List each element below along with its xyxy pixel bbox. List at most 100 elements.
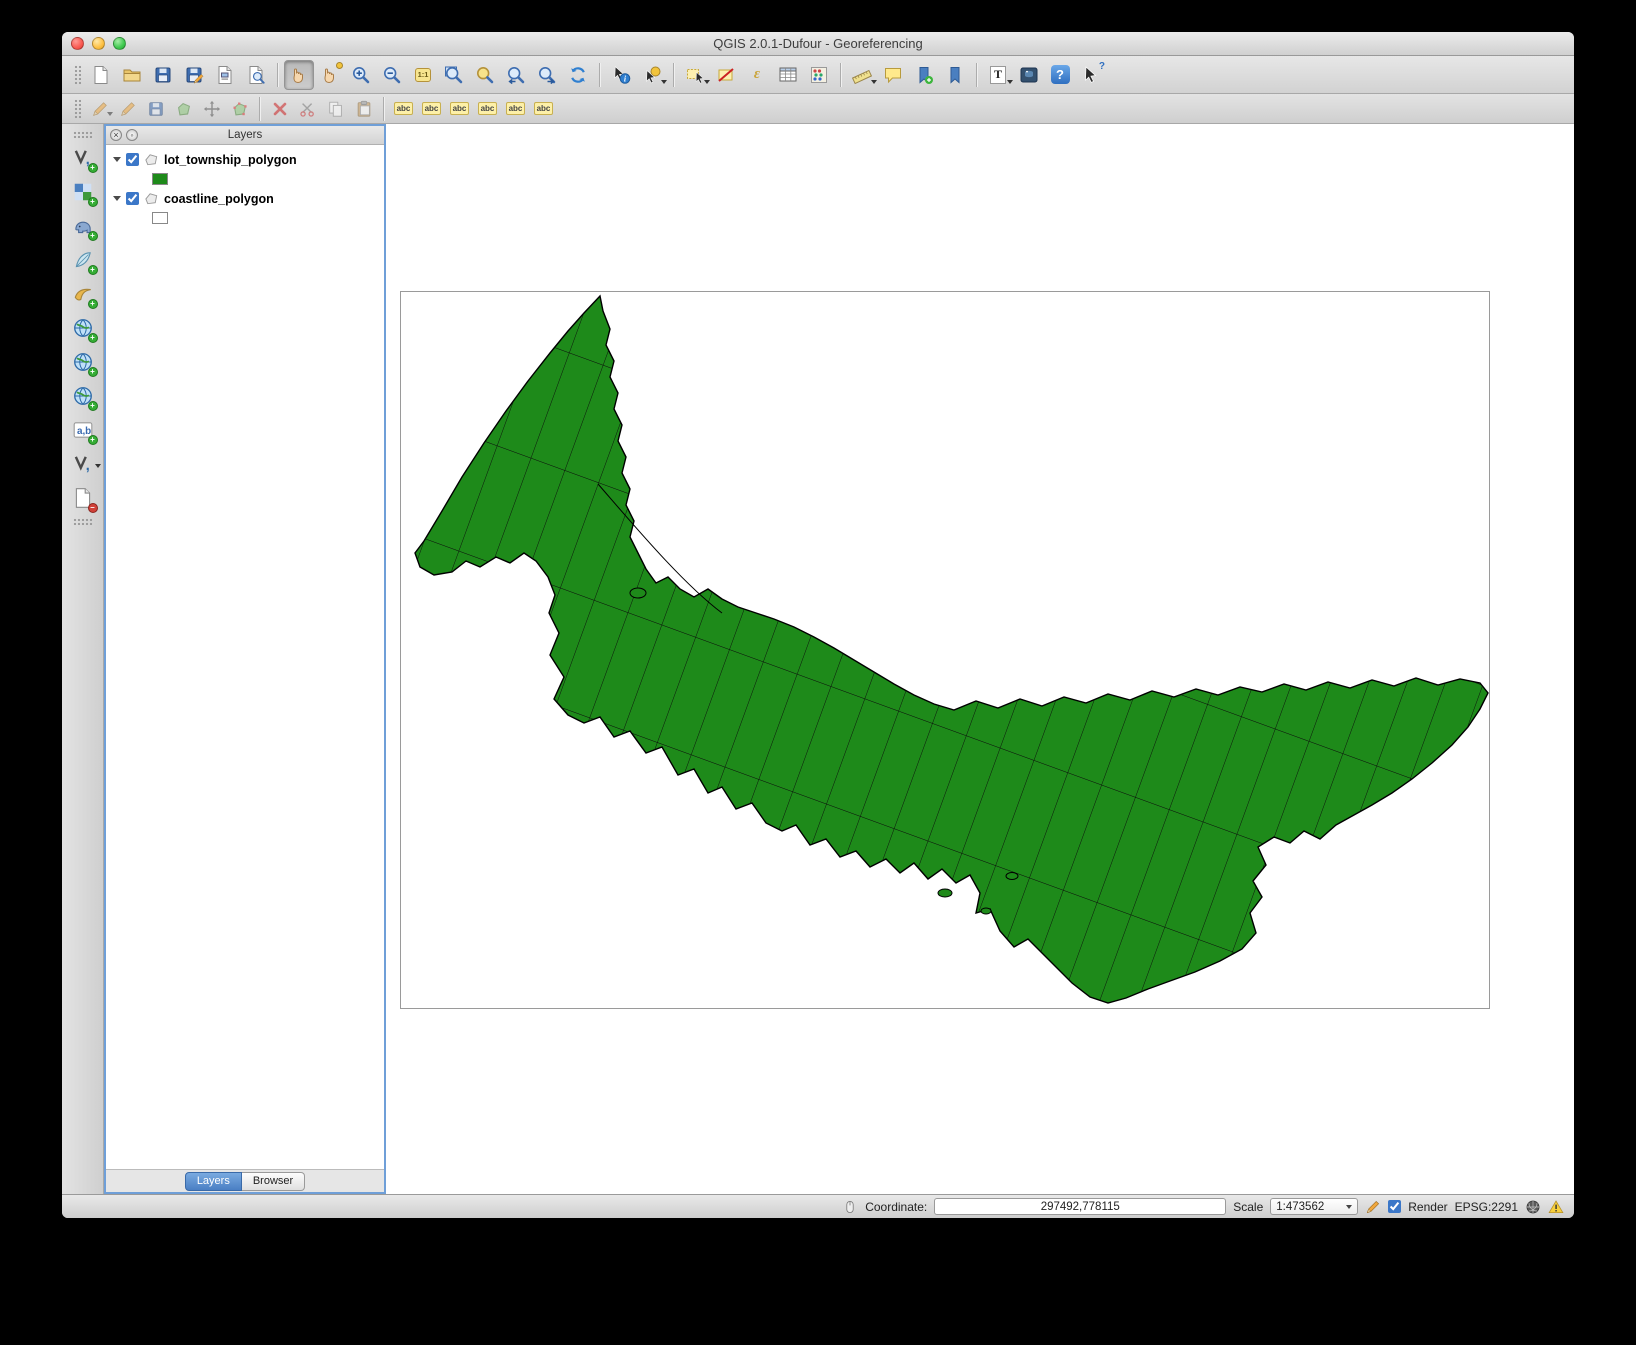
layer-name[interactable]: lot_township_polygon	[164, 153, 297, 167]
map-canvas[interactable]	[386, 124, 1574, 1194]
open-project-button[interactable]	[117, 60, 147, 90]
zoom-next-button[interactable]	[532, 60, 562, 90]
layer-row[interactable]: lot_township_polygon	[106, 149, 384, 170]
tab-browser[interactable]: Browser	[242, 1172, 305, 1191]
layers-panel-header[interactable]: × ◦ Layers	[106, 126, 384, 145]
panel-detach-icon[interactable]: ◦	[126, 129, 138, 141]
zoom-to-selection-button[interactable]	[470, 60, 500, 90]
toolbar-grip[interactable]	[73, 131, 93, 138]
render-checkbox[interactable]	[1388, 1200, 1401, 1213]
remove-layer-button[interactable]: –	[68, 483, 98, 513]
close-window-button[interactable]	[71, 37, 84, 50]
new-project-button[interactable]	[86, 60, 116, 90]
delete-selected-button[interactable]	[266, 96, 293, 122]
layer-row[interactable]: coastline_polygon	[106, 188, 384, 209]
python-console-button[interactable]	[1014, 60, 1044, 90]
add-feature-button[interactable]	[170, 96, 197, 122]
toolbar-grip[interactable]	[74, 65, 81, 85]
tab-layers[interactable]: Layers	[185, 1172, 242, 1191]
layer-visibility-checkbox[interactable]	[126, 192, 139, 205]
pan-to-selection-button[interactable]	[315, 60, 345, 90]
add-delimited-text-layer-button[interactable]: +	[68, 415, 98, 445]
cut-features-button[interactable]	[294, 96, 321, 122]
new-print-composer-button[interactable]	[210, 60, 240, 90]
node-tool-button[interactable]	[226, 96, 253, 122]
small-island	[1006, 873, 1018, 880]
label-rotate-button[interactable]: abc	[502, 96, 529, 122]
open-attribute-table-button[interactable]	[773, 60, 803, 90]
new-bookmark-button[interactable]	[909, 60, 939, 90]
field-calculator-button[interactable]	[804, 60, 834, 90]
select-features-button[interactable]	[680, 60, 710, 90]
layer-visibility-checkbox[interactable]	[126, 153, 139, 166]
label-move-button[interactable]: abc	[474, 96, 501, 122]
dropdown-caret-icon[interactable]	[95, 464, 101, 471]
scale-edit-button[interactable]	[1365, 1199, 1381, 1215]
select-by-expression-button[interactable]: ε	[742, 60, 772, 90]
add-wms-layer-button[interactable]: +	[68, 313, 98, 343]
title-bar[interactable]: QGIS 2.0.1-Dufour - Georeferencing	[62, 32, 1574, 56]
feature-action-button[interactable]	[637, 60, 667, 90]
mouse-position-button[interactable]	[842, 1199, 858, 1215]
dropdown-caret-icon[interactable]	[1007, 80, 1013, 87]
toolbar-grip[interactable]	[74, 99, 81, 119]
dropdown-caret-icon[interactable]	[704, 80, 710, 87]
add-postgis-layer-button[interactable]: +	[68, 211, 98, 241]
zoom-out-button[interactable]	[377, 60, 407, 90]
label-show-hide-button[interactable]: abc	[446, 96, 473, 122]
dropdown-caret-icon[interactable]	[661, 80, 667, 87]
minimize-window-button[interactable]	[92, 37, 105, 50]
map-tips-button[interactable]	[878, 60, 908, 90]
zoom-in-button[interactable]	[346, 60, 376, 90]
paste-features-button[interactable]	[350, 96, 377, 122]
layer-symbol-swatch[interactable]	[152, 212, 168, 224]
collapse-arrow-icon[interactable]	[113, 157, 121, 162]
save-project-as-button[interactable]	[179, 60, 209, 90]
add-wfs-layer-button[interactable]: +	[68, 381, 98, 411]
zoom-native-button[interactable]: 1:1	[408, 60, 438, 90]
add-vector-layer-button[interactable]: +	[68, 143, 98, 173]
add-raster-layer-button[interactable]: +	[68, 177, 98, 207]
layer-name[interactable]: coastline_polygon	[164, 192, 274, 206]
panel-close-icon[interactable]: ×	[110, 129, 122, 141]
zoom-full-icon	[444, 65, 464, 85]
add-badge-icon: +	[88, 197, 98, 207]
zoom-full-button[interactable]	[439, 60, 469, 90]
scale-combo[interactable]: 1:473562	[1270, 1198, 1358, 1215]
collapse-arrow-icon[interactable]	[113, 196, 121, 201]
copy-features-button[interactable]	[322, 96, 349, 122]
new-shapefile-layer-button[interactable]	[68, 449, 98, 479]
refresh-map-button[interactable]	[563, 60, 593, 90]
text-annotation-button[interactable]: T	[983, 60, 1013, 90]
label-pin-button[interactable]: abc	[418, 96, 445, 122]
identify-features-button[interactable]	[606, 60, 636, 90]
toggle-editing-button[interactable]	[114, 96, 141, 122]
measure-line-button[interactable]	[847, 60, 877, 90]
label-properties-button[interactable]: abc	[530, 96, 557, 122]
combo-caret-icon[interactable]	[1346, 1205, 1352, 1212]
layer-symbol-swatch[interactable]	[152, 173, 168, 185]
show-bookmarks-button[interactable]	[940, 60, 970, 90]
current-edits-button[interactable]	[86, 96, 113, 122]
whats-this-button[interactable]: ?	[1076, 60, 1106, 90]
save-layer-edits-button[interactable]	[142, 96, 169, 122]
zoom-window-button[interactable]	[113, 37, 126, 50]
toolbar-grip[interactable]	[73, 518, 93, 525]
move-feature-button[interactable]	[198, 96, 225, 122]
crs-status-button[interactable]	[1525, 1199, 1541, 1215]
help-contents-button[interactable]: ?	[1045, 60, 1075, 90]
coordinate-input[interactable]	[934, 1198, 1226, 1215]
add-wcs-layer-button[interactable]: +	[68, 347, 98, 377]
save-project-button[interactable]	[148, 60, 178, 90]
zoom-last-button[interactable]	[501, 60, 531, 90]
pan-map-button[interactable]	[284, 60, 314, 90]
add-mssql-layer-button[interactable]: +	[68, 279, 98, 309]
layer-labeling-button[interactable]: abc	[390, 96, 417, 122]
deselect-features-button[interactable]	[711, 60, 741, 90]
dropdown-caret-icon[interactable]	[107, 112, 113, 119]
add-spatialite-layer-button[interactable]: +	[68, 245, 98, 275]
add-badge-icon: +	[88, 333, 98, 343]
dropdown-caret-icon[interactable]	[871, 80, 877, 87]
composer-manager-button[interactable]	[241, 60, 271, 90]
messages-button[interactable]	[1548, 1199, 1564, 1215]
